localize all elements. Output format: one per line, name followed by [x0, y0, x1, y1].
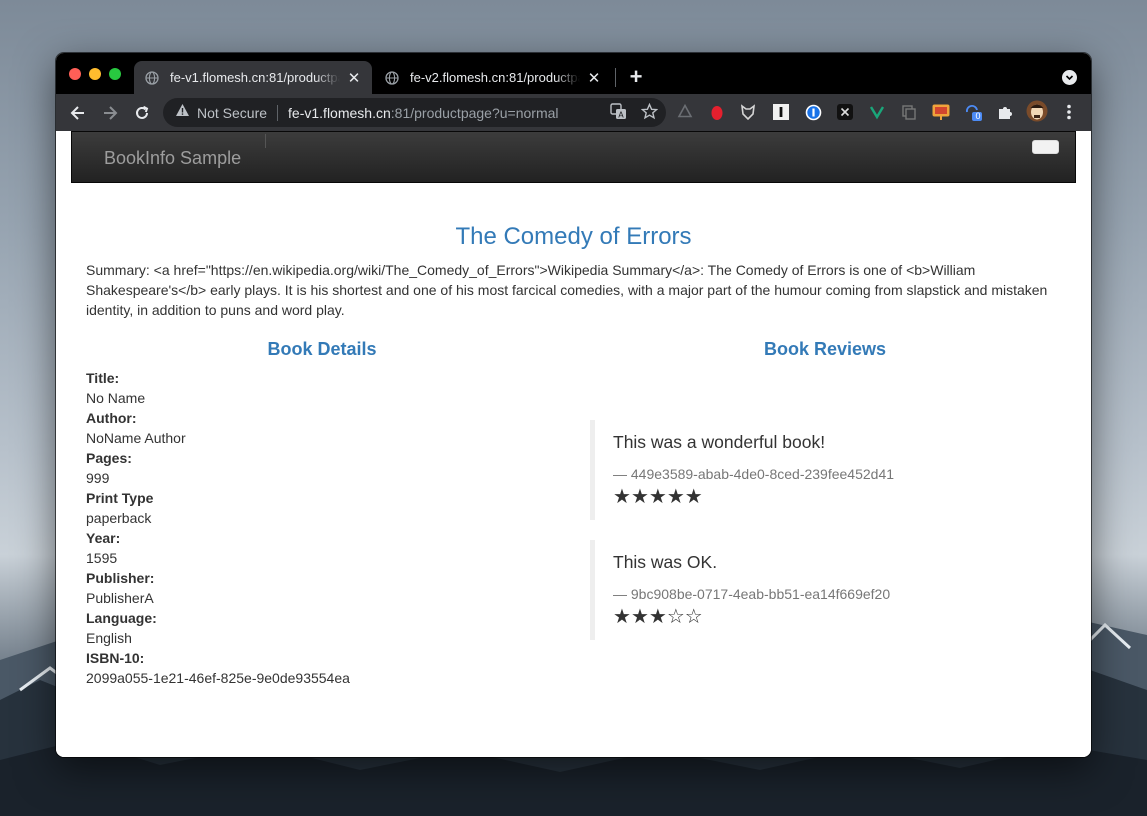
globe-icon [384, 70, 400, 86]
browser-window: fe-v1.flomesh.cn:81/productpage ✕ fe-v2.… [56, 53, 1091, 757]
maximize-window-button[interactable] [109, 68, 121, 80]
detail-label: Print Type [86, 490, 154, 506]
brand-link[interactable]: BookInfo Sample [104, 148, 241, 169]
password-manager-extension-icon[interactable] [804, 103, 822, 121]
tab-title: fe-v2.flomesh.cn:81/productpage [410, 70, 580, 85]
reload-icon[interactable] [129, 100, 155, 126]
page-title: The Comedy of Errors [455, 223, 692, 250]
detail-label: Year: [86, 530, 121, 546]
navbar-toggle-button[interactable] [1032, 140, 1059, 154]
translate-icon[interactable]: A [610, 103, 627, 125]
review-author: — 449e3589-abab-4de0-8ced-239fee452d41 [613, 466, 895, 482]
review-text: This was a wonderful book! [613, 432, 826, 452]
forward-arrow-icon[interactable] [97, 100, 123, 126]
tab-fe-v1[interactable]: fe-v1.flomesh.cn:81/productpage ✕ [134, 61, 372, 94]
minimize-window-button[interactable] [89, 68, 101, 80]
detail-value: NoName Author [86, 430, 186, 446]
detail-label: Language: [86, 610, 157, 626]
detail-value: paperback [86, 510, 152, 526]
omnibox-divider [277, 104, 279, 121]
detail-value: No Name [86, 390, 146, 406]
sync-extension-icon[interactable]: 0 [964, 103, 982, 121]
url-path: :81/productpage?u=normal [390, 104, 559, 121]
extension-badge: 0 [975, 111, 981, 121]
review-text: This was OK. [613, 552, 718, 572]
filled-star-icon: ★ [684, 484, 703, 508]
filled-star-icon: ★ [648, 604, 667, 628]
browser-toolbar: Not Secure fe-v1.flomesh.cn:81/productpa… [56, 94, 1091, 131]
detail-label: Title: [86, 370, 120, 386]
filled-star-icon: ★ [630, 604, 649, 628]
tab-fe-v2[interactable]: fe-v2.flomesh.cn:81/productpage ✕ [374, 61, 612, 94]
recycle-extension-icon[interactable] [676, 103, 694, 121]
vue-extension-icon[interactable] [868, 103, 886, 121]
filled-star-icon: ★ [613, 604, 631, 628]
warning-icon[interactable] [175, 103, 190, 122]
tab-strip: fe-v1.flomesh.cn:81/productpage ✕ fe-v2.… [56, 53, 1091, 94]
detail-label: Publisher: [86, 570, 155, 586]
presentation-extension-icon[interactable] [932, 103, 950, 121]
close-tab-icon[interactable]: ✕ [586, 70, 602, 87]
globe-icon [144, 70, 160, 86]
back-arrow-icon[interactable] [65, 100, 91, 126]
filled-star-icon: ★ [666, 484, 685, 508]
book-details-heading: Book Details [267, 339, 377, 359]
book-details-list: Title: No Name Author: NoName Author Pag… [86, 368, 566, 688]
star-rating: ★ ★ ★ ★ ★ [613, 485, 1050, 507]
filled-star-icon: ★ [630, 484, 649, 508]
tab-divider [615, 68, 616, 87]
url-text[interactable]: fe-v1.flomesh.cn:81/productpage?u=normal [288, 105, 558, 121]
navbar-divider [265, 134, 266, 148]
close-tab-icon[interactable]: ✕ [346, 70, 362, 87]
tab-title: fe-v1.flomesh.cn:81/productpage [170, 70, 340, 85]
filled-star-icon: ★ [648, 484, 667, 508]
svg-text:A: A [618, 111, 624, 120]
detail-value: 2099a055-1e21-46ef-825e-9e0de93554ea [86, 670, 350, 686]
web-page: BookInfo Sample The Comedy of Errors Sum… [56, 131, 1091, 757]
fox-extension-icon[interactable] [739, 103, 757, 121]
filled-star-icon: ★ [613, 484, 631, 508]
site-navbar: BookInfo Sample [71, 131, 1076, 183]
detail-label: Author: [86, 410, 137, 426]
review-card: This was a wonderful book! — 449e3589-ab… [590, 420, 1050, 520]
instapaper-extension-icon[interactable] [772, 103, 790, 121]
detail-value: English [86, 630, 132, 646]
empty-star-icon: ☆ [684, 604, 703, 628]
tab-search-icon[interactable] [1062, 70, 1077, 85]
book-reviews-heading: Book Reviews [763, 339, 887, 359]
red-drop-extension-icon[interactable] [708, 103, 726, 121]
copy-extension-icon[interactable] [900, 103, 918, 121]
book-summary: Summary: <a href="https://en.wikipedia.o… [86, 262, 1048, 318]
bookmark-star-icon[interactable] [640, 102, 659, 125]
detail-value: 1595 [86, 550, 118, 566]
url-host: fe-v1.flomesh.cn [288, 104, 391, 121]
detail-label: Pages: [86, 450, 132, 466]
star-rating: ★ ★ ★ ☆ ☆ [613, 605, 1050, 627]
address-bar[interactable]: Not Secure fe-v1.flomesh.cn:81/productpa… [163, 98, 666, 127]
more-menu-icon[interactable] [1060, 103, 1078, 121]
new-tab-button[interactable]: + [624, 64, 648, 89]
detail-value: PublisherA [86, 590, 154, 606]
close-window-button[interactable] [69, 68, 81, 80]
detail-label: ISBN-10: [86, 650, 145, 666]
empty-star-icon: ☆ [666, 604, 685, 628]
puzzle-extension-icon[interactable] [996, 103, 1014, 121]
review-card: This was OK. — 9bc908be-0717-4eab-bb51-e… [590, 540, 1050, 640]
avatar[interactable] [1026, 100, 1048, 122]
review-author: — 9bc908be-0717-4eab-bb51-ea14f669ef20 [613, 586, 891, 602]
security-label[interactable]: Not Secure [197, 105, 267, 121]
detail-value: 999 [86, 470, 110, 486]
dark-extension-icon[interactable] [836, 103, 854, 121]
